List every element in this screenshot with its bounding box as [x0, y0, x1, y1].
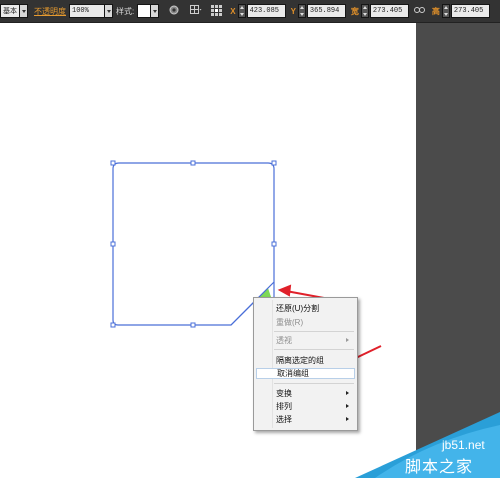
- recolor-icon[interactable]: [169, 5, 179, 17]
- context-menu: 还原(U)分割 重做(R) 透视 隔离选定的组 取消编组 变换 排列 选择: [253, 297, 358, 431]
- menu-item-arrange[interactable]: 排列: [256, 401, 355, 412]
- menu-item-label: 还原(U)分割: [276, 304, 320, 313]
- menu-separator: [274, 331, 354, 332]
- menu-item-redo[interactable]: 重做(R): [256, 317, 355, 328]
- height-icon: 高: [431, 6, 440, 16]
- link-proportions-icon[interactable]: [413, 6, 425, 16]
- y-position-icon: Y: [290, 6, 296, 16]
- menu-item-label: 重做(R): [276, 318, 304, 327]
- submenu-arrow-icon: [346, 417, 349, 421]
- transform-grid-icon[interactable]: [190, 5, 202, 17]
- x-position-icon: X: [230, 6, 236, 16]
- opacity-label[interactable]: 不透明度: [34, 6, 66, 17]
- menu-item-transform[interactable]: 变换: [256, 388, 355, 399]
- style-label: 样式:: [116, 6, 135, 16]
- y-stepper[interactable]: [297, 4, 306, 18]
- x-stepper[interactable]: [237, 4, 246, 18]
- width-stepper[interactable]: [360, 4, 369, 18]
- y-input[interactable]: 365.894: [306, 4, 346, 18]
- watermark-text: 脚本之家: [405, 457, 474, 476]
- height-stepper[interactable]: [441, 4, 450, 18]
- x-input[interactable]: 423.085: [246, 4, 286, 18]
- control-bar: 基本 不透明度 100% 样式: X 423.085 Y 365.894 宽 2…: [0, 0, 500, 23]
- reference-point-icon[interactable]: [211, 4, 223, 18]
- menu-item-label: 隔离选定的组: [276, 356, 324, 365]
- menu-separator: [274, 349, 354, 350]
- menu-item-label: 排列: [276, 402, 292, 411]
- submenu-arrow-icon: [346, 391, 349, 395]
- menu-item-label: 透视: [276, 336, 292, 345]
- menu-item-label: 选择: [276, 415, 292, 424]
- menu-item-label: 变换: [276, 389, 292, 398]
- menu-item-undo-split[interactable]: 还原(U)分割: [256, 303, 355, 314]
- menu-separator: [274, 383, 354, 384]
- opacity-dropdown-arrow[interactable]: [105, 4, 113, 18]
- width-input[interactable]: 273.405: [369, 4, 409, 18]
- watermark-domain: jb51.net: [442, 438, 485, 452]
- style-dropdown-arrow[interactable]: [151, 4, 160, 18]
- submenu-arrow-icon: [346, 404, 349, 408]
- workspace-dropdown-arrow[interactable]: [20, 4, 28, 18]
- menu-item-perspective[interactable]: 透视: [256, 335, 355, 346]
- menu-item-select[interactable]: 选择: [256, 414, 355, 425]
- submenu-arrow-icon: [346, 338, 349, 342]
- menu-item-label: 取消编组: [277, 369, 309, 378]
- opacity-input[interactable]: 100%: [69, 4, 105, 18]
- menu-item-ungroup[interactable]: 取消编组: [256, 368, 355, 379]
- menu-item-isolate-group[interactable]: 隔离选定的组: [256, 355, 355, 366]
- width-icon: 宽: [350, 6, 359, 16]
- workspace-select[interactable]: 基本: [0, 4, 20, 18]
- style-swatch[interactable]: [137, 4, 152, 18]
- height-input[interactable]: 273.405: [450, 4, 490, 18]
